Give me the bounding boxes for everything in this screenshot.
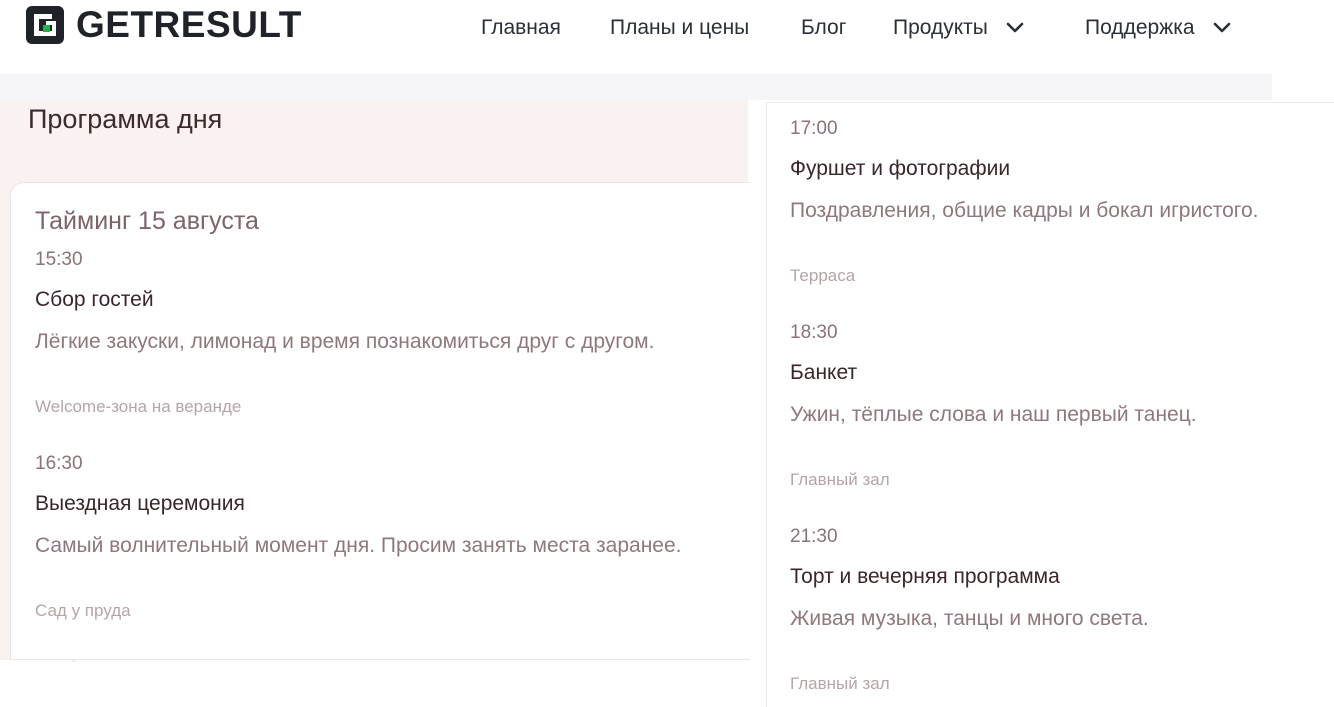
chevron-down-icon <box>1213 22 1230 33</box>
event-description: Лёгкие закуски, лимонад и время познаком… <box>35 330 655 353</box>
timing-card <box>10 182 750 660</box>
card-heading: Тайминг 15 августа <box>35 207 259 235</box>
event-description: Живая музыка, танцы и много света. <box>790 607 1149 630</box>
event-title: Банкет <box>790 361 858 384</box>
event-time: 15:30 <box>35 249 83 270</box>
event-time: 16:30 <box>35 453 83 474</box>
nav-support-label: Поддержка <box>1085 16 1195 39</box>
nav-support[interactable]: Поддержка <box>1085 14 1231 42</box>
event-title: Выездная церемония <box>35 492 245 515</box>
site-header: GETRESULT Главная Планы и цены Блог Прод… <box>0 0 1272 74</box>
nav-products-label: Продукты <box>893 16 988 39</box>
event-title: Торт и вечерняя программа <box>790 565 1060 588</box>
logo[interactable]: GETRESULT <box>26 6 302 44</box>
chevron-down-icon <box>1006 22 1024 33</box>
event-description: Ужин, тёплые слова и наш первый танец. <box>790 403 1197 426</box>
event-title: Фуршет и фотографии <box>790 157 1011 180</box>
event-description: Поздравления, общие кадры и бокал игрист… <box>790 199 1259 222</box>
nav-pricing[interactable]: Планы и цены <box>610 14 749 42</box>
nav-products[interactable]: Продукты <box>893 14 1024 42</box>
nav-blog-label: Блог <box>801 16 847 39</box>
event-place: Главный зал <box>790 470 890 489</box>
event-description: Самый волнительный момент дня. Просим за… <box>35 534 682 557</box>
logo-text: GETRESULT <box>76 4 302 45</box>
event-place: Welcome-зона на веранде <box>35 397 242 416</box>
nav-blog[interactable]: Блог <box>801 14 846 42</box>
event-place: Главный зал <box>790 674 890 693</box>
page-title: Программа дня <box>28 104 223 134</box>
event-time: 18:30 <box>790 322 838 343</box>
event-time: 21:30 <box>790 526 838 547</box>
divider <box>72 660 76 662</box>
nav-home-label: Главная <box>481 16 561 39</box>
header-divider <box>0 74 1272 100</box>
event-place: Терраса <box>790 266 856 285</box>
event-time: 17:00 <box>790 118 838 139</box>
event-place: Сад у пруда <box>35 601 131 620</box>
nav-home[interactable]: Главная <box>481 14 561 42</box>
nav-pricing-label: Планы и цены <box>610 16 750 39</box>
event-title: Сбор гостей <box>35 288 154 311</box>
logo-icon <box>26 6 64 44</box>
